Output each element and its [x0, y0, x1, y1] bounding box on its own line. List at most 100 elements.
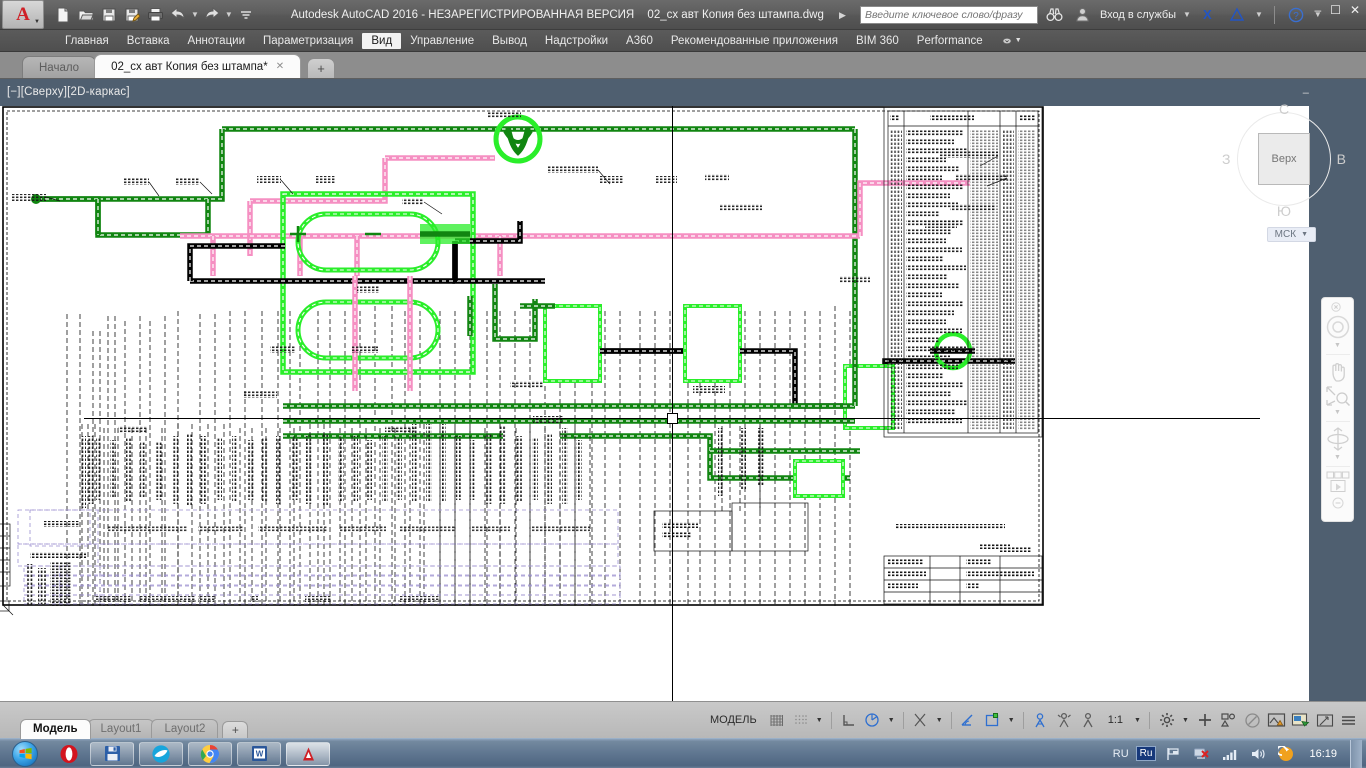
print-icon[interactable]	[144, 4, 166, 26]
view-cube-face[interactable]: Верх	[1258, 133, 1310, 185]
workspace-caret-icon[interactable]: ▼	[1180, 717, 1191, 724]
workspace-switch-icon[interactable]	[1156, 710, 1177, 731]
network-error-icon[interactable]	[1191, 743, 1212, 764]
opera-taskbar-icon[interactable]	[53, 742, 85, 766]
object-snap-icon[interactable]	[910, 710, 931, 731]
sign-in-label[interactable]: Вход в службы	[1100, 9, 1176, 21]
app-caret-icon[interactable]: ▼	[1255, 10, 1263, 19]
search-input[interactable]	[864, 8, 1033, 21]
compass-north-label[interactable]: С	[1279, 101, 1289, 117]
word-taskbar-icon[interactable]: W	[237, 741, 281, 766]
flag-icon[interactable]	[1163, 743, 1184, 764]
chevron-down-icon[interactable]: ▼	[1301, 231, 1308, 238]
autocad-taskbar-icon[interactable]	[286, 741, 330, 766]
ribbon-tab-0[interactable]: Главная	[56, 33, 118, 49]
new-file-icon[interactable]	[52, 4, 74, 26]
snap-mode-icon[interactable]	[790, 710, 811, 731]
ribbon-minimize-icon[interactable]: ▼	[1002, 34, 1022, 48]
customization-menu-icon[interactable]	[1338, 710, 1359, 731]
ucs-caret-icon[interactable]: ▼	[1006, 717, 1017, 724]
document-list-caret-icon[interactable]: ▶	[839, 10, 846, 20]
new-file-tab-button[interactable]: +	[307, 58, 336, 78]
input-method-badge[interactable]: Ru	[1135, 746, 1157, 761]
customize-qat-icon[interactable]	[235, 4, 257, 26]
ribbon-tab-7[interactable]: Надстройки	[536, 33, 617, 49]
undo-icon[interactable]	[167, 4, 189, 26]
isolate-objects-icon[interactable]	[1218, 710, 1239, 731]
selection-cycling-icon[interactable]	[1242, 710, 1263, 731]
ucs-selector[interactable]: МСК ▼	[1266, 227, 1316, 242]
osnap-caret-icon[interactable]: ▼	[934, 717, 945, 724]
ortho-mode-icon[interactable]	[838, 710, 859, 731]
show-desktop-button[interactable]	[1350, 739, 1362, 768]
ribbon-tab-6[interactable]: Вывод	[483, 33, 536, 49]
minimize-button[interactable]: –	[1314, 4, 1321, 16]
osnap-tracking-icon[interactable]	[958, 710, 979, 731]
snap-caret-icon[interactable]: ▼	[814, 717, 825, 724]
save-as-icon[interactable]	[121, 4, 143, 26]
navbar-menu-icon[interactable]	[1324, 497, 1352, 509]
navigation-bar[interactable]: ▼ ▼ ▼	[1321, 297, 1354, 522]
annotation-visibility-icon[interactable]	[1030, 710, 1051, 731]
annotation-monitor-icon[interactable]	[1266, 710, 1287, 731]
close-icon[interactable]: ✕	[276, 61, 284, 72]
annotation-scale-icon[interactable]	[1078, 710, 1099, 731]
sign-in-caret-icon[interactable]: ▼	[1183, 10, 1191, 19]
customization-plus-icon[interactable]	[1194, 710, 1215, 731]
update-icon[interactable]	[1275, 743, 1296, 764]
fullscreen-icon[interactable]	[1314, 710, 1335, 731]
save-taskbar-icon[interactable]	[90, 741, 134, 766]
chrome-taskbar-icon[interactable]	[188, 741, 232, 766]
hardware-accel-icon[interactable]	[1290, 710, 1311, 731]
open-file-icon[interactable]	[75, 4, 97, 26]
steering-wheels-caret-icon[interactable]: ▼	[1334, 342, 1341, 350]
ribbon-tab-4[interactable]: Вид	[362, 32, 402, 49]
ribbon-tab-10[interactable]: BIM 360	[847, 33, 908, 49]
ribbon-tab-9[interactable]: Рекомендованные приложения	[662, 33, 847, 49]
explorer-taskbar-icon[interactable]	[139, 741, 183, 766]
ribbon-tab-5[interactable]: Управление	[401, 33, 483, 49]
help-icon[interactable]: ?	[1285, 4, 1307, 26]
compass-west-label[interactable]: З	[1222, 151, 1230, 167]
taskbar-clock[interactable]: 16:19	[1309, 748, 1337, 760]
save-icon[interactable]	[98, 4, 120, 26]
orbit-caret-icon[interactable]: ▼	[1334, 454, 1341, 462]
model-space-button[interactable]: МОДЕЛЬ	[704, 714, 763, 726]
showmotion-icon[interactable]	[1324, 471, 1352, 495]
search-binoculars-icon[interactable]	[1044, 4, 1066, 26]
ribbon-tab-8[interactable]: A360	[617, 33, 662, 49]
orbit-icon[interactable]	[1324, 426, 1352, 452]
layout-tab-0[interactable]: Модель	[20, 718, 91, 739]
layout-tab-1[interactable]: Layout1	[87, 718, 155, 739]
signal-bars-icon[interactable]	[1219, 743, 1240, 764]
annotation-scale-value[interactable]: 1:1	[1102, 714, 1129, 726]
drawing-minimize-button[interactable]: –	[1303, 87, 1309, 100]
autodesk-app-icon[interactable]	[1226, 4, 1248, 26]
polar-tracking-icon[interactable]	[862, 710, 883, 731]
autoscale-icon[interactable]	[1054, 710, 1075, 731]
drawing-canvas[interactable]: .bdr{stroke:#000;fill:none} .hid{stroke:…	[0, 106, 1309, 701]
pan-hand-icon[interactable]	[1324, 359, 1352, 383]
viewport-label[interactable]: [−][Сверху][2D-каркас]	[7, 86, 130, 98]
file-tab-0[interactable]: Начало	[22, 56, 97, 78]
navbar-close-icon[interactable]	[1322, 302, 1350, 312]
scale-caret-icon[interactable]: ▼	[1132, 717, 1143, 724]
maximize-button[interactable]: ☐	[1330, 4, 1341, 16]
polar-caret-icon[interactable]: ▼	[886, 717, 897, 724]
application-menu-button[interactable]: A ▼	[2, 0, 44, 29]
autodesk-exchange-icon[interactable]: X	[1198, 4, 1220, 26]
redo-dropdown-caret[interactable]: ▼	[225, 10, 233, 19]
user-account-icon[interactable]	[1072, 4, 1094, 26]
redo-icon[interactable]	[201, 4, 223, 26]
zoom-caret-icon[interactable]: ▼	[1334, 409, 1341, 417]
dynamic-ucs-icon[interactable]	[982, 710, 1003, 731]
language-indicator[interactable]: RU	[1113, 748, 1129, 760]
ribbon-tab-11[interactable]: Performance	[908, 33, 992, 49]
ribbon-tab-1[interactable]: Вставка	[118, 33, 179, 49]
search-box[interactable]	[859, 5, 1038, 24]
steering-wheels-icon[interactable]	[1324, 314, 1352, 340]
start-button[interactable]	[2, 740, 48, 768]
volume-icon[interactable]	[1247, 743, 1268, 764]
ribbon-tab-3[interactable]: Параметризация	[254, 33, 362, 49]
layout-tab-2[interactable]: Layout2	[151, 718, 219, 739]
